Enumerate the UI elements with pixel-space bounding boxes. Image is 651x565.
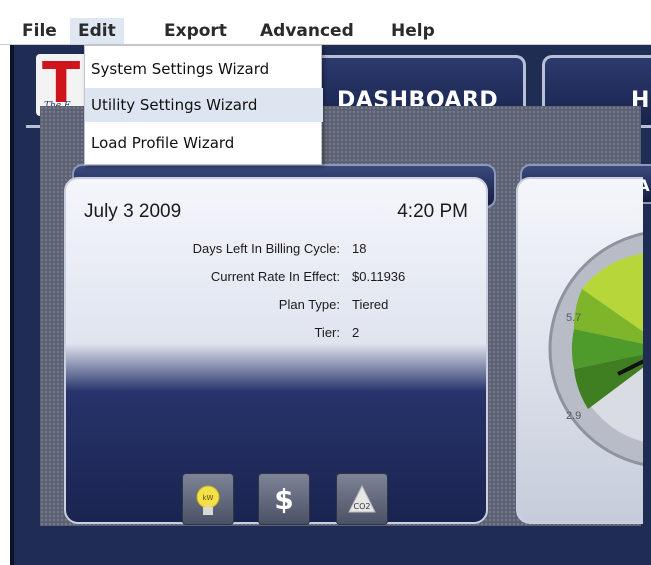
info-value: 18 bbox=[352, 241, 367, 256]
gauge-label-low: 2.9 bbox=[566, 410, 582, 422]
edit-menu-dropdown: System Settings Wizard Utility Settings … bbox=[84, 45, 323, 165]
gauge-meter bbox=[548, 232, 643, 466]
readings-gauge-card: 5.7 2.9 bbox=[516, 177, 643, 524]
info-value: 2 bbox=[352, 325, 360, 340]
menu-file[interactable]: File bbox=[14, 18, 65, 44]
menu-item-system-settings-wizard[interactable]: System Settings Wizard bbox=[85, 52, 323, 86]
menu-item-load-profile-wizard[interactable]: Load Profile Wizard bbox=[85, 126, 323, 160]
menu-help[interactable]: Help bbox=[383, 18, 443, 44]
co2-icon-label: CO2 bbox=[354, 502, 371, 511]
present-readings-card: July 3 2009 4:20 PM Days Left In Billing… bbox=[64, 177, 488, 524]
kw-icon-label: kW bbox=[203, 494, 214, 502]
info-value: $0.11936 bbox=[352, 269, 406, 284]
info-label: Plan Type: bbox=[278, 297, 340, 312]
info-value: Tiered bbox=[352, 297, 389, 312]
menu-edit[interactable]: Edit bbox=[70, 18, 124, 44]
reading-time: 4:20 PM bbox=[397, 201, 468, 222]
reading-date: July 3 2009 bbox=[84, 201, 182, 222]
info-label: Current Rate In Effect: bbox=[210, 269, 340, 284]
dollar-icon-label: $ bbox=[274, 483, 293, 516]
kw-button[interactable]: kW bbox=[182, 473, 234, 525]
window-left-border bbox=[10, 45, 14, 565]
lightbulb-kw-icon: kW bbox=[196, 485, 220, 515]
info-label: Tier: bbox=[314, 325, 340, 340]
co2-icon: CO2 bbox=[348, 484, 376, 513]
info-label: Days Left In Billing Cycle: bbox=[192, 241, 340, 256]
dollar-icon: $ bbox=[274, 483, 293, 516]
menu-advanced[interactable]: Advanced bbox=[252, 18, 362, 44]
menu-item-utility-settings-wizard[interactable]: Utility Settings Wizard bbox=[85, 88, 323, 122]
gauge-label-high: 5.7 bbox=[566, 312, 582, 324]
co2-button[interactable]: CO2 bbox=[336, 473, 388, 525]
menu-bar: File Edit Export Advanced Help bbox=[0, 0, 651, 45]
cost-button[interactable]: $ bbox=[258, 473, 310, 525]
menu-export[interactable]: Export bbox=[156, 18, 235, 44]
